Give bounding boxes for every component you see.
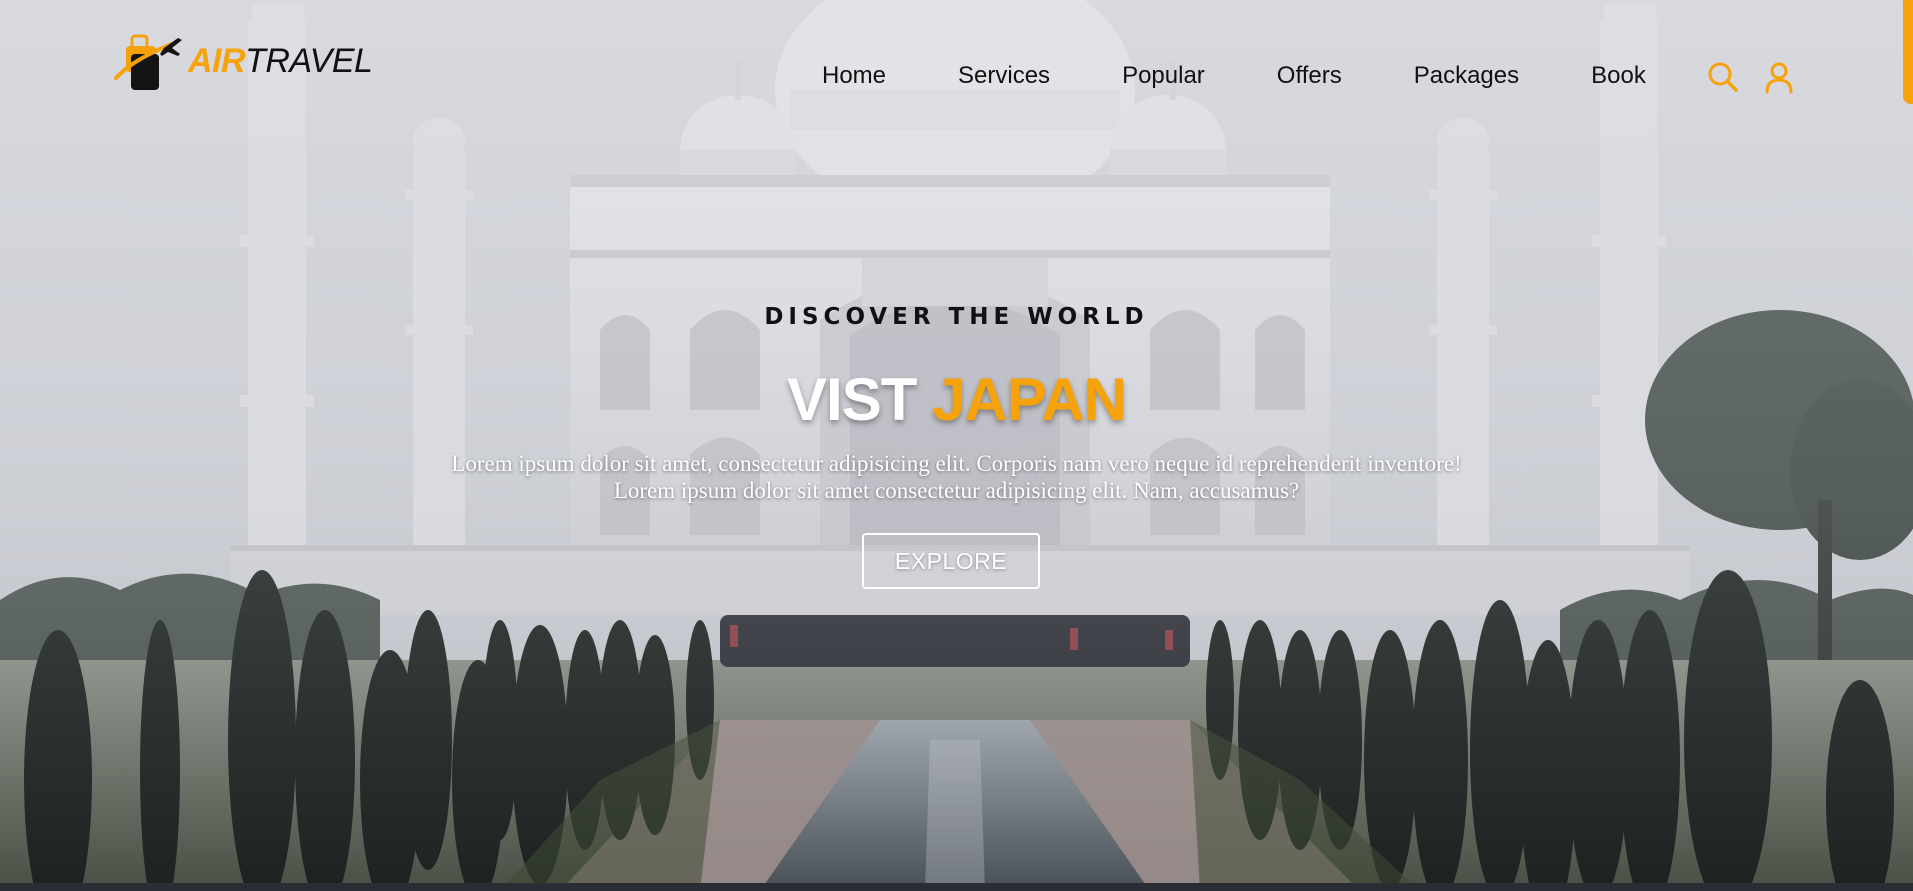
user-icon[interactable] <box>1762 60 1796 94</box>
nav-item-services[interactable]: Services <box>958 62 1050 90</box>
scrollbar-thumb[interactable] <box>1903 0 1913 104</box>
nav-item-home[interactable]: Home <box>822 62 886 90</box>
suitcase-plane-icon <box>112 26 186 96</box>
nav-item-packages[interactable]: Packages <box>1414 62 1519 90</box>
brand-name-accent: AIR <box>188 42 246 80</box>
hero-headline: VIST JAPAN <box>0 365 1913 434</box>
main-nav: Home Services Popular Offers Packages Bo… <box>822 62 1646 90</box>
search-icon[interactable] <box>1706 60 1740 94</box>
headline-word-2: JAPAN <box>932 366 1127 433</box>
headline-word-1: VIST <box>787 366 917 433</box>
nav-item-book[interactable]: Book <box>1591 62 1646 90</box>
site-header: AIRTRAVEL Home Services Popular Offers P… <box>0 0 1913 150</box>
brand-name: TRAVEL <box>245 42 373 80</box>
bottom-edge-strip <box>0 883 1913 891</box>
hero-eyebrow: DISCOVER THE WORLD <box>764 304 1149 330</box>
hero-description-line-1: Lorem ipsum dolor sit amet, consectetur … <box>451 451 1462 476</box>
hero-description: Lorem ipsum dolor sit amet, consectetur … <box>0 450 1913 504</box>
header-actions <box>1706 60 1796 94</box>
nav-item-popular[interactable]: Popular <box>1122 62 1205 90</box>
brand-logo[interactable]: AIRTRAVEL <box>112 26 373 96</box>
nav-item-offers[interactable]: Offers <box>1277 62 1342 90</box>
hero-description-line-2: Lorem ipsum dolor sit amet consectetur a… <box>613 478 1300 503</box>
explore-button[interactable]: EXPLORE <box>862 533 1040 589</box>
